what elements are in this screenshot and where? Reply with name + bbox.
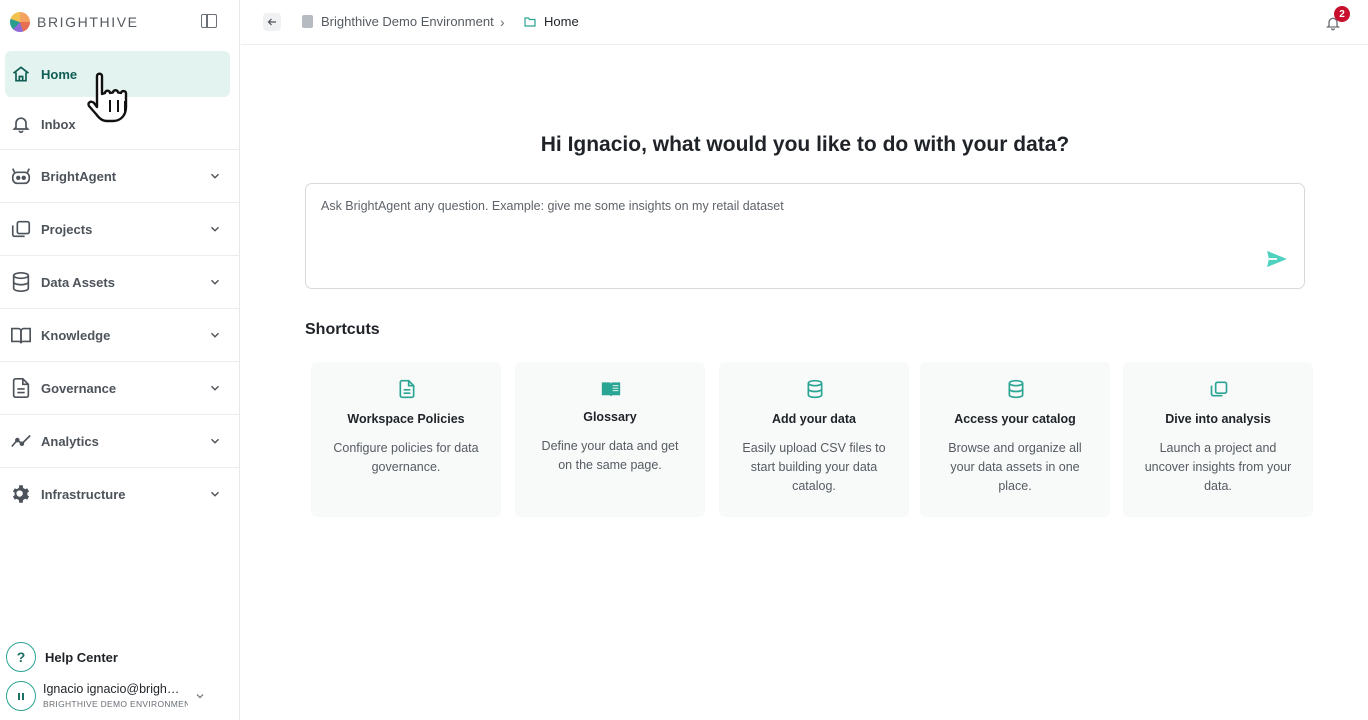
brand[interactable]: BRIGHTHIVE — [10, 10, 139, 34]
book-open-icon — [10, 324, 32, 346]
user-menu[interactable]: Ignacio ignacio@brigh… BRIGHTHIVE DEMO E… — [6, 680, 236, 712]
divider — [0, 308, 240, 309]
sidebar-item-knowledge[interactable]: Knowledge — [0, 323, 240, 347]
shortcut-title: Add your data — [771, 412, 857, 426]
database-icon — [807, 379, 823, 399]
brand-name: BRIGHTHIVE — [37, 14, 139, 30]
hand-cursor-icon — [87, 72, 128, 123]
chevron-down-icon — [211, 438, 219, 444]
divider — [0, 255, 240, 256]
arrow-left-icon — [267, 18, 276, 26]
brighthive-logo — [10, 12, 30, 32]
sidebar-item-projects[interactable]: Projects — [0, 217, 240, 241]
sidebar-item-label: Projects — [41, 221, 93, 237]
shortcut-card-glossary[interactable]: Glossary Define your data and get on the… — [515, 362, 705, 517]
sidebar-item-label: Inbox — [41, 116, 76, 132]
folder-icon — [524, 17, 536, 27]
shortcut-card-access-your-catalog[interactable]: Access your catalog Browse and organize … — [920, 362, 1110, 517]
projects-icon — [10, 218, 32, 240]
building-icon — [302, 15, 313, 28]
sidebar-item-label: Governance — [41, 380, 117, 396]
help-center-link[interactable]: ? Help Center — [6, 642, 118, 672]
divider — [0, 361, 240, 362]
breadcrumb-environment[interactable]: Brighthive Demo Environment — [321, 14, 494, 29]
avatar — [6, 681, 36, 711]
sidebar-item-label: Infrastructure — [41, 486, 126, 502]
sidebar-item-label: Home — [41, 66, 78, 82]
breadcrumb-home[interactable]: Home — [544, 14, 579, 29]
back-button[interactable] — [263, 13, 281, 31]
shortcut-description: Launch a project and uncover insights fr… — [1144, 441, 1292, 493]
shortcut-card-dive-into-analysis[interactable]: Dive into analysis Launch a project and … — [1123, 362, 1313, 517]
help-icon: ? — [6, 642, 36, 672]
shortcut-description: Define your data and get on the same pag… — [541, 439, 679, 472]
database-icon — [10, 271, 32, 293]
document-icon — [399, 379, 415, 399]
divider — [0, 202, 240, 203]
shortcuts-title: Shortcuts — [305, 321, 380, 338]
analytics-icon — [10, 430, 32, 452]
chevron-down-icon — [211, 385, 219, 391]
home-icon — [10, 63, 32, 85]
top-bar: Brighthive Demo Environment › Home 2 — [241, 0, 1368, 45]
robot-icon — [10, 165, 32, 187]
sidebar-item-data-assets[interactable]: Data Assets — [0, 270, 240, 294]
book-icon — [601, 382, 621, 397]
user-name: Ignacio ignacio@brigh… — [43, 682, 180, 696]
shortcut-title: Dive into analysis — [1165, 412, 1271, 426]
chevron-down-icon — [211, 173, 219, 179]
chevron-down-icon — [211, 279, 219, 285]
divider — [0, 467, 240, 468]
help-center-label: Help Center — [45, 649, 118, 665]
shortcut-title: Glossary — [583, 410, 637, 424]
document-icon — [10, 377, 32, 399]
sidebar-item-infrastructure[interactable]: Infrastructure — [0, 482, 240, 506]
sidebar-item-label: Analytics — [41, 433, 99, 449]
shortcut-description: Browse and organize all your data assets… — [948, 441, 1082, 493]
divider — [0, 414, 240, 415]
sidebar-item-brightagent[interactable]: BrightAgent — [0, 164, 240, 188]
sidebar-item-label: Data Assets — [41, 274, 115, 290]
send-icon[interactable] — [1266, 250, 1288, 268]
sidebar-item-analytics[interactable]: Analytics — [0, 429, 240, 453]
database-icon — [1008, 379, 1024, 399]
sidebar-toggle-icon[interactable] — [201, 14, 217, 28]
copy-icon — [1210, 381, 1228, 397]
shortcut-description: Configure policies for data governance. — [333, 441, 479, 474]
page-title: Hi Ignacio, what would you like to do wi… — [540, 133, 1070, 156]
user-environment: BRIGHTHIVE DEMO ENVIRONMENT — [43, 699, 188, 709]
sidebar-item-label: BrightAgent — [41, 168, 117, 184]
sidebar-item-label: Knowledge — [41, 327, 111, 343]
breadcrumb-separator: › — [500, 14, 505, 30]
shortcut-title: Access your catalog — [954, 412, 1076, 426]
shortcut-card-workspace-policies[interactable]: Workspace Policies Configure policies fo… — [311, 362, 501, 517]
chevron-down-icon — [211, 491, 219, 497]
sidebar-item-governance[interactable]: Governance — [0, 376, 240, 400]
chevron-down-icon — [196, 694, 204, 699]
chevron-down-icon — [211, 332, 219, 338]
notification-badge: 2 — [1334, 6, 1350, 22]
bell-icon — [10, 113, 32, 135]
shortcut-description: Easily upload CSV files to start buildin… — [742, 441, 886, 493]
sidebar: BRIGHTHIVE Home Inbox BrightAgent Projec… — [0, 0, 240, 720]
divider — [0, 149, 240, 150]
gear-icon — [10, 483, 32, 505]
shortcut-card-add-your-data[interactable]: Add your data Easily upload CSV files to… — [719, 362, 909, 517]
ask-input[interactable] — [321, 199, 1261, 213]
ask-brightagent-box[interactable] — [305, 183, 1305, 289]
chevron-down-icon — [211, 226, 219, 232]
shortcut-title: Workspace Policies — [347, 412, 465, 426]
